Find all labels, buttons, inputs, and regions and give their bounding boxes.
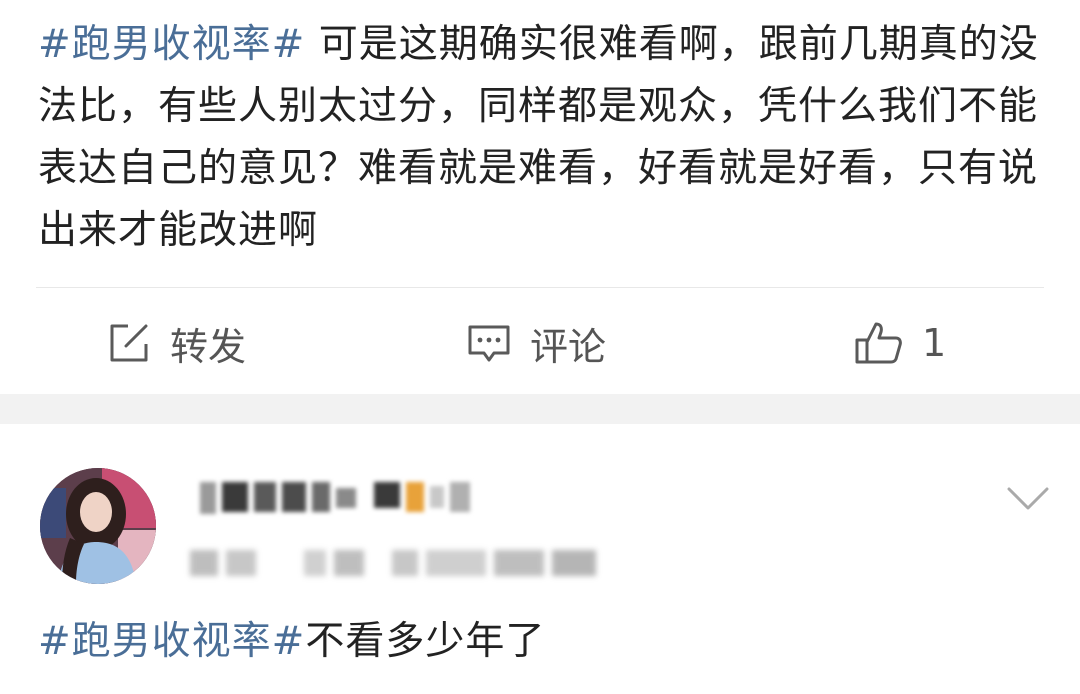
- post-card-2: #跑男收视率#不看多少年了: [0, 424, 1080, 694]
- post-separator: [0, 394, 1080, 424]
- share-edit-icon: [106, 320, 152, 366]
- avatar[interactable]: [40, 468, 156, 584]
- post-text: #跑男收视率# 可是这期确实很难看啊，跟前几期真的没法比，有些人别太过分，同样都…: [38, 14, 1048, 262]
- divider: [36, 287, 1044, 288]
- chevron-down-icon[interactable]: [1006, 486, 1050, 516]
- comment-icon: [466, 320, 512, 366]
- post-text: #跑男收视率#不看多少年了: [38, 612, 545, 672]
- post-body: 不看多少年了: [305, 619, 546, 664]
- username-blurred[interactable]: [200, 482, 470, 516]
- hashtag-link[interactable]: #跑男收视率#: [38, 22, 305, 67]
- hashtag-link[interactable]: #跑男收视率#: [38, 619, 305, 664]
- like-count: 1: [922, 321, 947, 365]
- repost-button[interactable]: 转发: [106, 316, 246, 370]
- thumbs-up-icon: [854, 320, 904, 366]
- like-button[interactable]: 1: [854, 316, 946, 370]
- post-meta-blurred: [190, 550, 596, 580]
- comment-label: 评论: [530, 324, 607, 369]
- comment-button[interactable]: 评论: [466, 316, 606, 370]
- repost-label: 转发: [170, 324, 247, 369]
- post-card-1: #跑男收视率# 可是这期确实很难看啊，跟前几期真的没法比，有些人别太过分，同样都…: [0, 0, 1080, 394]
